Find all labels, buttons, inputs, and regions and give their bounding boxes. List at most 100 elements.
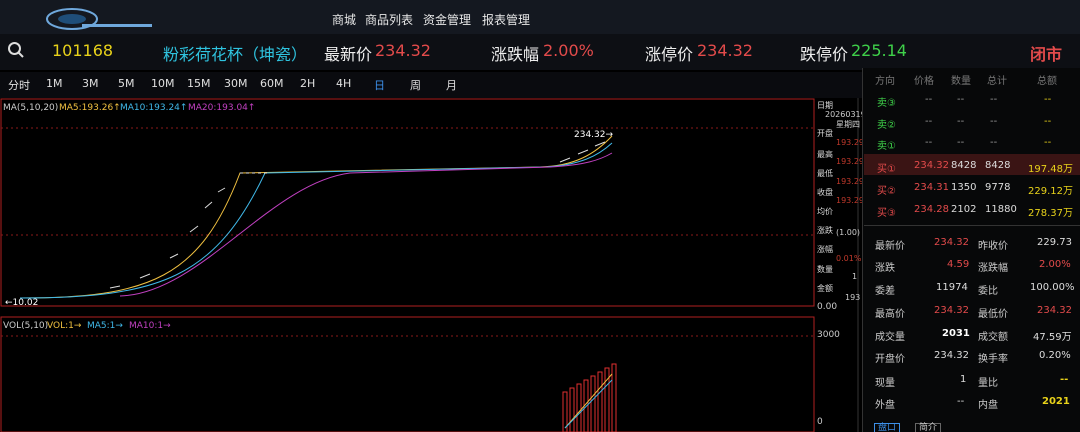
market-status: 闭市 — [1030, 45, 1063, 64]
kline-chart[interactable]: MA(5,10,20) MA5:193.26↑ MA10:193.24↑ MA2… — [0, 98, 862, 432]
bid-3-amount: 278.37万 — [1028, 208, 1073, 219]
bid-3-dir: 买③ — [877, 208, 896, 219]
ask-2-total: -- — [990, 116, 998, 127]
stat-value: 234.32 — [934, 237, 969, 248]
change-value: 2.00% — [543, 41, 594, 60]
nav-report-management[interactable]: 报表管理 — [482, 11, 530, 28]
price-panel-frame — [0, 98, 815, 307]
stat-label: 换手率 — [978, 354, 1008, 365]
nav-fund-management[interactable]: 资金管理 — [423, 11, 471, 28]
vol-axis-top: 3000 — [817, 330, 840, 340]
stat-value: 1 — [960, 374, 967, 385]
tab-30m[interactable]: 30M — [224, 77, 248, 90]
tab-timeshare[interactable]: 分时 — [8, 77, 30, 93]
limit-down-value: 225.14 — [851, 41, 907, 60]
stat-value: 234.32 — [1037, 305, 1072, 316]
info-qty-value: 1 — [852, 272, 858, 281]
info-pct-label: 涨幅 — [817, 245, 833, 254]
ask-1-amount: -- — [1044, 137, 1052, 148]
product-name: 粉彩荷花杯（坤瓷） — [163, 45, 308, 64]
nav-product-list[interactable]: 商品列表 — [365, 11, 413, 28]
low-marker: ←10.02 — [5, 298, 38, 308]
tab-week[interactable]: 周 — [410, 77, 421, 93]
ma20-legend: MA20:193.04↑ — [188, 103, 255, 113]
tab-month[interactable]: 月 — [446, 77, 457, 93]
ma10-legend: MA10:193.24↑ — [120, 103, 187, 113]
stat-value: 4.59 — [947, 259, 970, 270]
ask-1-dir: 卖① — [877, 141, 896, 152]
bid-2-price: 234.31 — [914, 182, 949, 193]
quote-bar — [0, 34, 1080, 70]
ask-2-price: -- — [925, 116, 933, 127]
tab-4h[interactable]: 4H — [336, 77, 351, 90]
stat-label: 量比 — [978, 378, 998, 389]
ask-3-amount: -- — [1044, 94, 1052, 105]
tab-day[interactable]: 日 — [374, 77, 385, 93]
last-price-label: 最新价 — [324, 45, 373, 64]
divider — [864, 225, 1080, 226]
tab-15m[interactable]: 15M — [187, 77, 211, 90]
tab-2h[interactable]: 2H — [300, 77, 315, 90]
stat-value: -- — [1060, 374, 1069, 385]
stat-label: 涨跌幅 — [978, 263, 1008, 274]
info-amount-label: 金额 — [817, 284, 833, 293]
stat-label: 涨跌 — [875, 263, 895, 274]
tab-1m[interactable]: 1M — [46, 77, 63, 90]
bid-3-total: 11880 — [985, 204, 1017, 215]
info-qty-label: 数量 — [817, 265, 833, 274]
stat-value: -- — [957, 396, 965, 407]
bid-1-qty: 8428 — [951, 160, 977, 171]
ask-3-total: -- — [990, 94, 998, 105]
vol-legend-prefix: VOL(5,10) — [3, 321, 48, 331]
bid-2-total: 9778 — [985, 182, 1011, 193]
bid-1-total: 8428 — [985, 160, 1011, 171]
stat-label: 最高价 — [875, 309, 905, 320]
stat-value: 2.00% — [1039, 259, 1071, 270]
ask-2-amount: -- — [1044, 116, 1052, 127]
info-avg-label: 均价 — [817, 207, 833, 216]
search-icon[interactable] — [7, 41, 25, 59]
stat-value: 11974 — [936, 282, 968, 293]
stat-label: 内盘 — [978, 400, 998, 411]
tab-10m[interactable]: 10M — [151, 77, 175, 90]
info-amount-value: 193 — [845, 293, 861, 302]
volume-panel-frame — [0, 316, 815, 432]
tab-order-book[interactable]: 盘口 — [874, 423, 901, 432]
ask-3-qty: -- — [957, 94, 965, 105]
bid-2-qty: 1350 — [951, 182, 977, 193]
last-price-value: 234.32 — [375, 41, 431, 60]
bid-3-price: 234.28 — [914, 204, 949, 215]
ob-header-total: 总计 — [987, 76, 1007, 87]
limit-down-label: 跌停价 — [800, 45, 849, 64]
tab-5m[interactable]: 5M — [118, 77, 135, 90]
ask-1-total: -- — [990, 137, 998, 148]
tab-3m[interactable]: 3M — [82, 77, 99, 90]
info-change-value: (1.00) — [836, 228, 861, 237]
stat-label: 现量 — [875, 378, 895, 389]
ask-1-qty: -- — [957, 137, 965, 148]
vol-ma5-legend: MA5:1→ — [87, 321, 123, 331]
tab-60m[interactable]: 60M — [260, 77, 284, 90]
product-code: 101168 — [52, 41, 114, 60]
vol-axis-bottom: 0 — [817, 417, 823, 427]
ask-2-qty: -- — [957, 116, 965, 127]
stat-value: 229.73 — [1037, 237, 1072, 248]
tab-intro[interactable]: 简介 — [915, 423, 942, 432]
info-high-label: 最高 — [817, 150, 833, 159]
bid-3-qty: 2102 — [951, 204, 977, 215]
ob-header-amount: 总额 — [1037, 76, 1057, 87]
ask-3-price: -- — [925, 94, 933, 105]
bid-1-dir: 买① — [877, 164, 896, 175]
info-open-value: 193.29 — [836, 138, 864, 147]
info-pct-value: 0.01% — [836, 254, 862, 263]
stat-label: 昨收价 — [978, 241, 1008, 252]
nav-mall[interactable]: 商城 — [332, 11, 356, 28]
ask-3-dir: 卖③ — [877, 98, 896, 109]
vol-legend: VOL:1→ — [47, 321, 82, 331]
price-axis-bottom: 0.00 — [817, 302, 837, 312]
stat-value: 100.00% — [1030, 282, 1075, 293]
stat-value: 2031 — [942, 328, 970, 339]
stat-label: 成交额 — [978, 332, 1008, 343]
logo — [46, 8, 152, 30]
ma5-legend: MA5:193.26↑ — [59, 103, 121, 113]
